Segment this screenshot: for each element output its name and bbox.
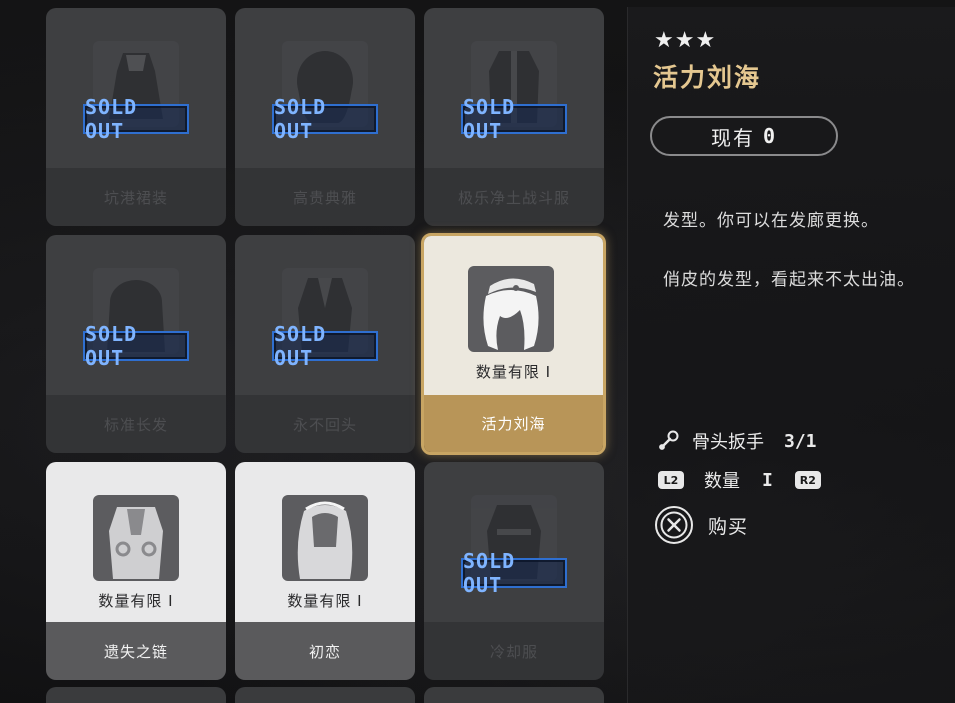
shop-item-card[interactable]: SOLD OUT 冷却服 (424, 462, 604, 680)
rarity-stars: ★★★ (654, 28, 717, 53)
shop-item-card[interactable]: 数量有限 I 遗失之链 (46, 462, 226, 680)
shop-item-card-partial[interactable] (46, 687, 226, 703)
cost-row: 骨头扳手 3/1 (658, 428, 817, 454)
sold-out-badge: SOLD OUT (83, 95, 189, 143)
shop-item-card[interactable]: SOLD OUT 极乐净土战斗服 (424, 8, 604, 226)
sold-out-badge: SOLD OUT (461, 95, 567, 143)
item-title: 活力刘海 (653, 63, 762, 92)
item-name: 永不回头 (235, 395, 415, 453)
shop-item-card[interactable]: SOLD OUT 坑港裙装 (46, 8, 226, 226)
buy-button[interactable]: 购买 (654, 505, 748, 545)
owned-value: 0 (762, 124, 778, 148)
item-name: 标准长发 (46, 395, 226, 453)
item-detail-panel (627, 7, 955, 703)
sold-out-badge: SOLD OUT (461, 549, 567, 597)
limited-quantity-label: 数量有限 I (98, 592, 174, 610)
l2-button-icon[interactable]: L2 (658, 471, 684, 489)
item-name: 初恋 (235, 622, 415, 680)
limited-quantity-label: 数量有限 I (475, 363, 552, 381)
card-face: SOLD OUT (424, 8, 604, 168)
quantity-label: 数量 (704, 471, 740, 492)
item-description-line-2: 俏皮的发型，看起来不太出油。 (663, 270, 915, 290)
item-description-line-1: 发型。你可以在发廊更换。 (663, 211, 879, 231)
item-name: 高贵典雅 (235, 168, 415, 226)
limited-quantity-label: 数量有限 I (287, 592, 363, 610)
sold-out-badge: SOLD OUT (272, 95, 378, 143)
owned-count-badge: 现有 0 (650, 116, 838, 156)
card-face: SOLD OUT (46, 235, 226, 395)
sold-out-badge: SOLD OUT (272, 322, 378, 370)
shop-item-card[interactable]: 数量有限 I 初恋 (235, 462, 415, 680)
quantity-row: L2 数量 I R2 (658, 467, 821, 493)
card-face: 数量有限 I (424, 236, 603, 398)
shop-item-card[interactable]: SOLD OUT 高贵典雅 (235, 8, 415, 226)
item-name: 坑港裙装 (46, 168, 226, 226)
cross-button-icon (655, 506, 693, 544)
card-face: SOLD OUT (235, 8, 415, 168)
card-face: SOLD OUT (235, 235, 415, 395)
card-face: SOLD OUT (424, 462, 604, 622)
shop-item-card[interactable]: SOLD OUT 标准长发 (46, 235, 226, 453)
item-name: 冷却服 (424, 622, 604, 680)
shop-item-card-selected[interactable]: 数量有限 I 活力刘海 (421, 233, 606, 455)
card-face: SOLD OUT (46, 8, 226, 168)
shop-item-card-partial[interactable] (235, 687, 415, 703)
item-name: 活力刘海 (424, 395, 603, 452)
item-name: 极乐净土战斗服 (424, 168, 604, 226)
card-face: 数量有限 I (46, 462, 226, 622)
first-love-hair-icon (282, 495, 368, 581)
shop-item-card-partial[interactable] (424, 687, 604, 703)
sold-out-badge: SOLD OUT (83, 322, 189, 370)
shop-screen: SOLD OUT 坑港裙装 SOLD OUT 高贵典雅 SOLD OUT 极乐净… (0, 0, 955, 703)
shop-item-card[interactable]: SOLD OUT 永不回头 (235, 235, 415, 453)
item-name: 遗失之链 (46, 622, 226, 680)
bangs-hair-icon (468, 266, 554, 352)
owned-label: 现有 (710, 125, 755, 150)
r2-button-icon[interactable]: R2 (794, 471, 821, 489)
card-face: 数量有限 I (235, 462, 415, 622)
chain-outfit-icon (93, 495, 179, 581)
buy-label: 购买 (708, 515, 749, 538)
cost-label: 骨头扳手 (692, 432, 764, 453)
quantity-value: I (762, 469, 773, 491)
wrench-icon (659, 430, 679, 450)
cost-value: 3/1 (784, 430, 817, 452)
